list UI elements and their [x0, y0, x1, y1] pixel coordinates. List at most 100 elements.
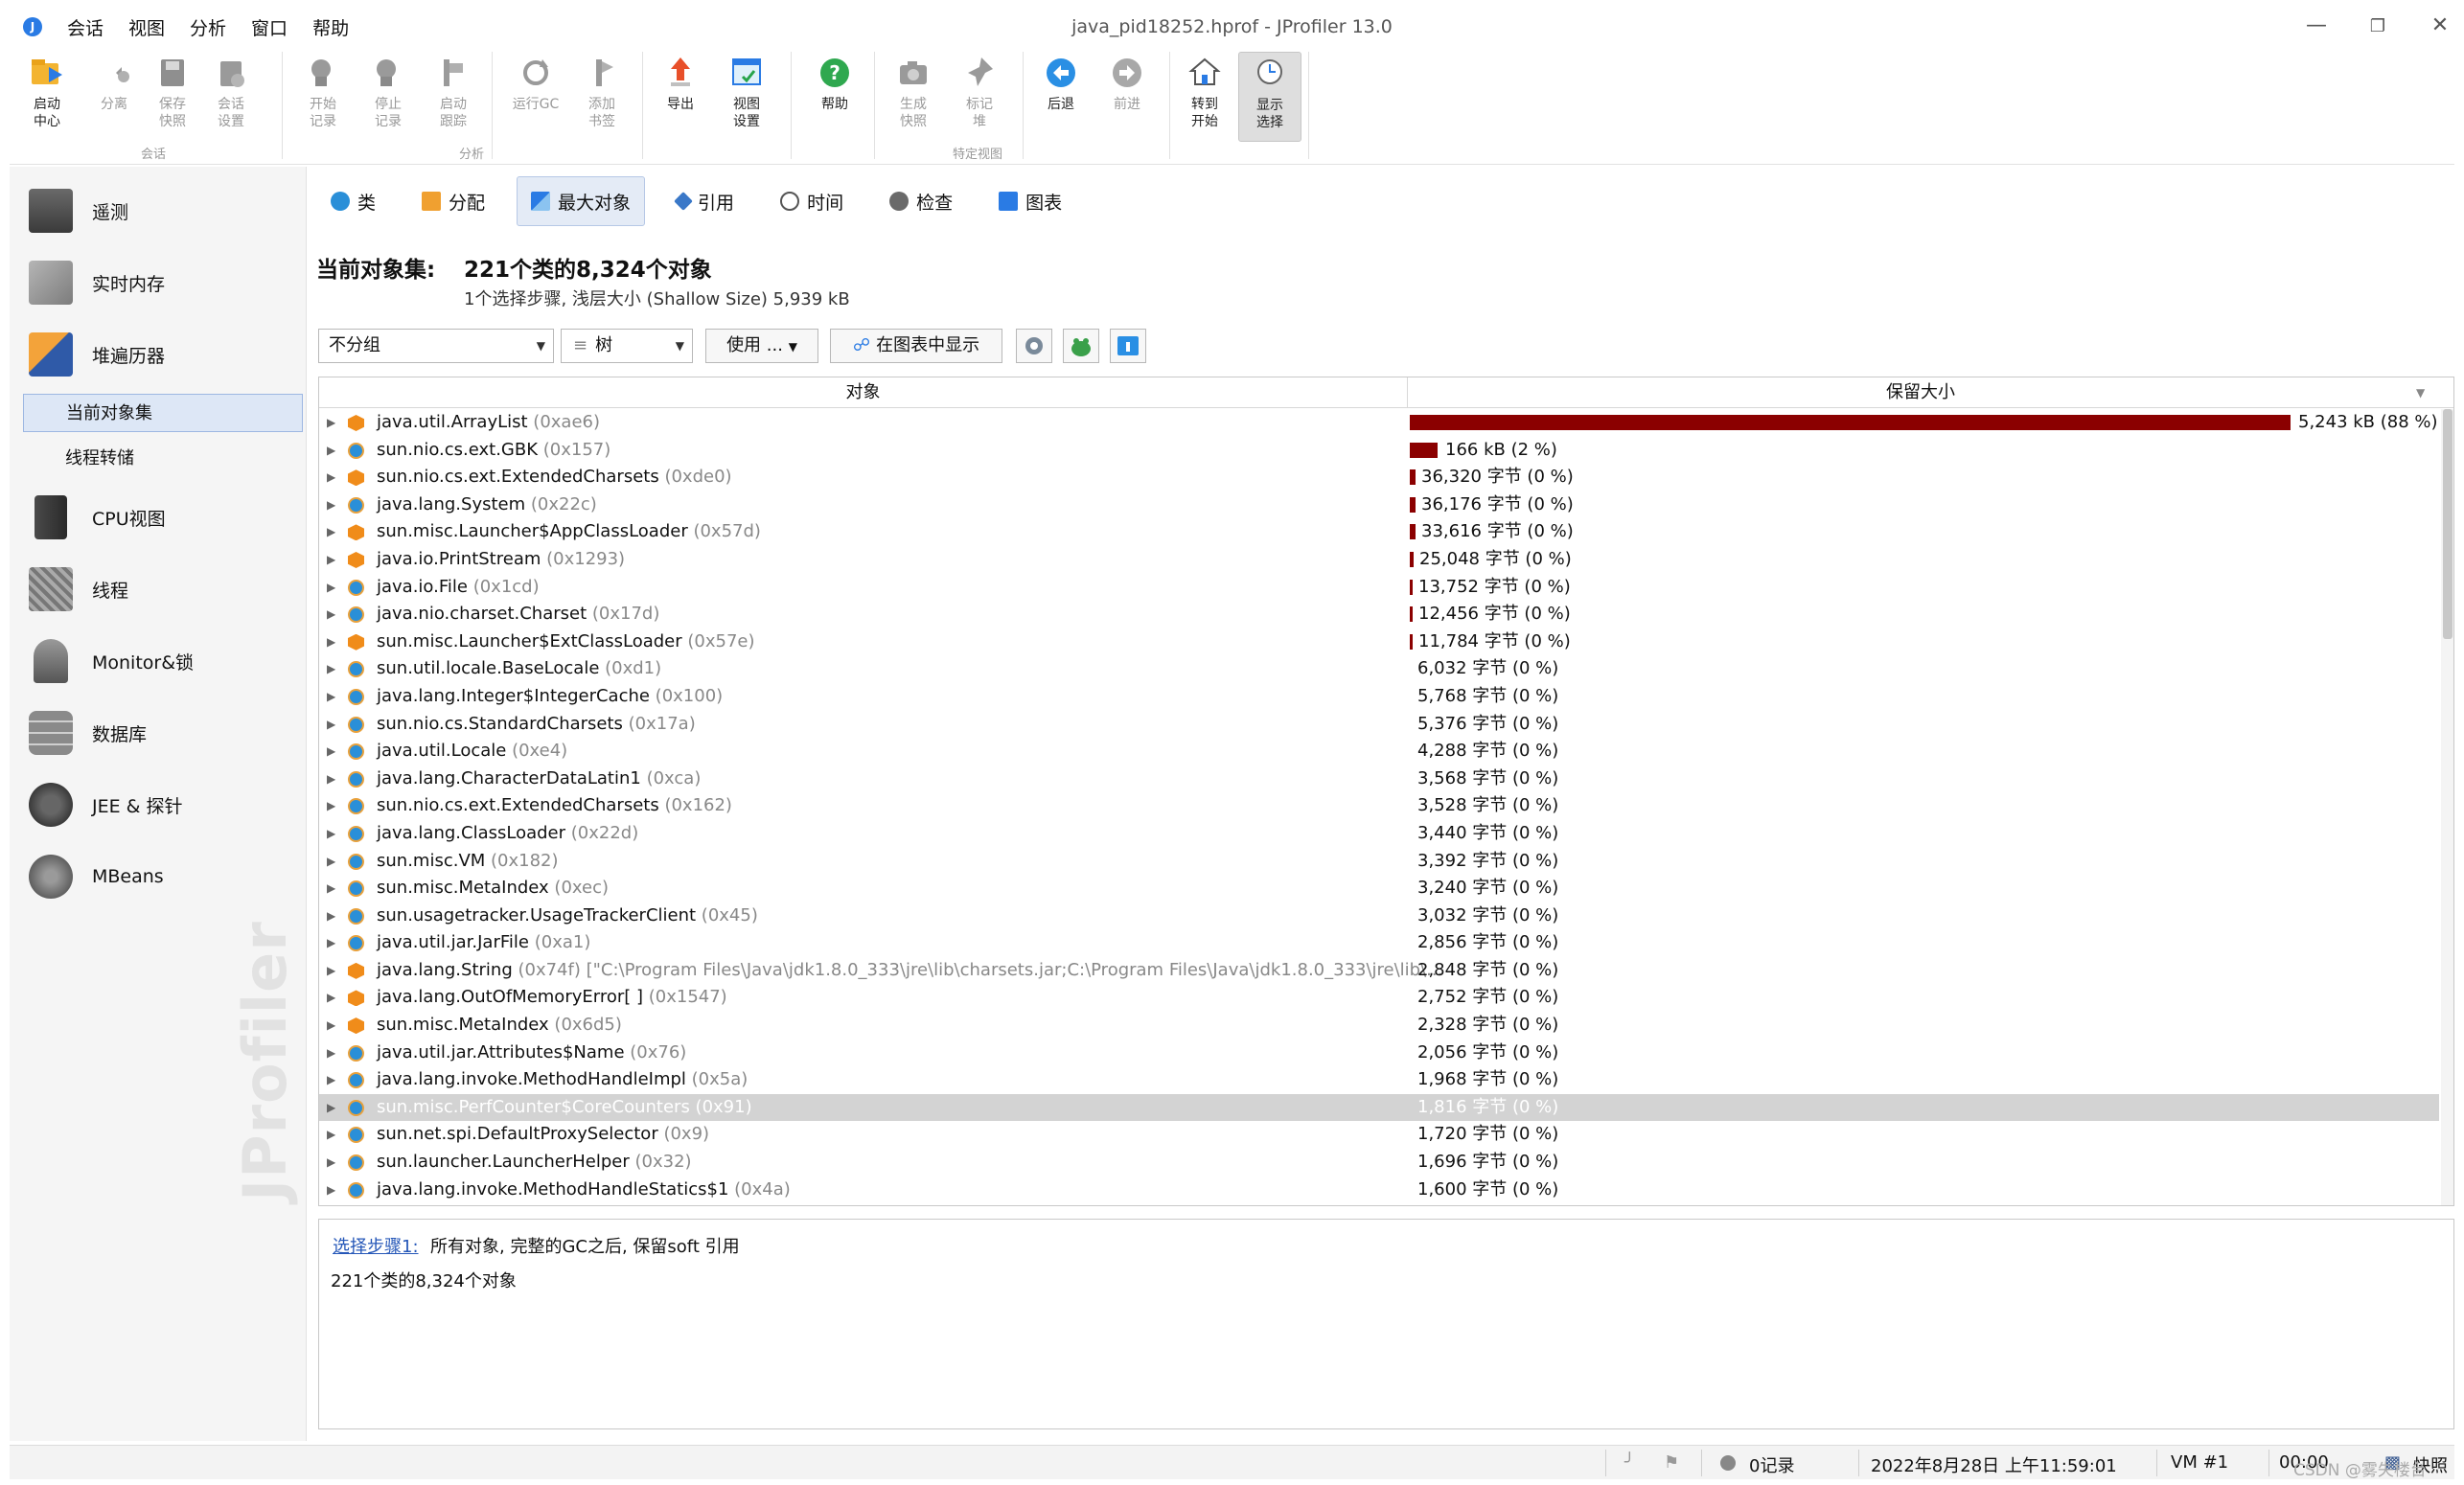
- table-row[interactable]: ▶ java.lang.invoke.MethodHandleImpl (0x5a…: [319, 1066, 2439, 1094]
- tab-inspections[interactable]: 检查: [875, 176, 967, 226]
- back-button[interactable]: 后退: [1029, 52, 1093, 142]
- table-row[interactable]: ▶ java.io.File (0x1cd) 13,752 字节 (0 %): [319, 574, 2439, 602]
- table-row[interactable]: ▶ java.util.ArrayList (0xae6) 5,243 kB (88…: [319, 409, 2439, 437]
- expand-arrow-icon[interactable]: ▶: [327, 902, 335, 929]
- expand-arrow-icon[interactable]: ▶: [327, 518, 335, 545]
- scrollbar-thumb[interactable]: [2443, 409, 2452, 639]
- grouping-select[interactable]: 不分组 ▼: [318, 329, 554, 363]
- table-row[interactable]: ▶ java.lang.CharacterDataLatin1 (0xca) 3,5…: [319, 765, 2439, 793]
- table-row[interactable]: ▶ java.lang.System (0x22c) 36,176 字节 (0 %): [319, 491, 2439, 519]
- close-icon[interactable]: ✕: [2426, 13, 2454, 37]
- sort-descending-icon[interactable]: ▼: [2416, 377, 2425, 408]
- expand-arrow-icon[interactable]: ▶: [327, 738, 335, 765]
- export-button[interactable]: 导出: [649, 52, 712, 142]
- table-row[interactable]: ▶ sun.misc.VM (0x182) 3,392 字节 (0 %): [319, 848, 2439, 876]
- expand-arrow-icon[interactable]: ▶: [327, 546, 335, 573]
- column-header-retained-size[interactable]: 保留大小: [1408, 377, 2433, 408]
- sidebar-item-database[interactable]: 数据库: [29, 704, 297, 762]
- expand-arrow-icon[interactable]: ▶: [327, 1149, 335, 1176]
- settings-button[interactable]: [1016, 329, 1052, 363]
- sidebar-item-jee-probes[interactable]: JEE & 探针: [29, 776, 297, 834]
- table-row[interactable]: ▶ sun.nio.cs.StandardCharsets (0x17a) 5,37…: [319, 711, 2439, 739]
- table-row[interactable]: ▶ java.lang.invoke.MethodHandleStatics$1 …: [319, 1177, 2439, 1204]
- view-mode-select[interactable]: ≡ 树 ▼: [561, 329, 693, 363]
- sidebar-item-cpu-views[interactable]: CPU视图: [29, 489, 297, 546]
- expand-arrow-icon[interactable]: ▶: [327, 848, 335, 875]
- expand-arrow-icon[interactable]: ▶: [327, 464, 335, 491]
- info-button[interactable]: [1110, 329, 1146, 363]
- tab-graph[interactable]: 图表: [984, 176, 1076, 226]
- expand-arrow-icon[interactable]: ▶: [327, 957, 335, 984]
- table-row[interactable]: ▶ java.lang.String (0x74f) ["C:\Program F…: [319, 957, 2439, 985]
- forward-button[interactable]: 前进: [1095, 52, 1159, 142]
- expand-arrow-icon[interactable]: ▶: [327, 601, 335, 628]
- sidebar-item-mbeans[interactable]: MBeans: [29, 848, 297, 905]
- use-button[interactable]: 使用 ... ▼: [705, 329, 818, 363]
- table-row[interactable]: ▶ java.io.PrintStream (0x1293) 25,048 字节 (…: [319, 546, 2439, 574]
- minimize-icon[interactable]: —: [2302, 13, 2331, 37]
- menu-window[interactable]: 窗口: [251, 14, 288, 40]
- save-snapshot-button[interactable]: 保存 快照: [141, 52, 204, 142]
- table-row[interactable]: ▶ java.lang.Integer$IntegerCache (0x100) 5…: [319, 683, 2439, 711]
- table-row[interactable]: ▶ sun.nio.cs.ext.ExtendedCharsets (0xde0)…: [319, 464, 2439, 491]
- start-recording-button[interactable]: 开始 记录: [291, 52, 355, 142]
- expand-arrow-icon[interactable]: ▶: [327, 711, 335, 738]
- run-gc-button[interactable]: 运行GC: [504, 52, 567, 142]
- sidebar-item-heap-walker[interactable]: 堆遍历器: [29, 326, 297, 383]
- sidebar-item-live-memory[interactable]: 实时内存: [29, 254, 297, 311]
- stop-recording-button[interactable]: 停止 记录: [357, 52, 420, 142]
- bookmark-status-icon[interactable]: ╯: [1624, 1452, 1635, 1473]
- frog-button[interactable]: [1063, 329, 1099, 363]
- expand-arrow-icon[interactable]: ▶: [327, 1177, 335, 1203]
- selection-step-link[interactable]: 选择步骤1:: [333, 1233, 419, 1258]
- table-row[interactable]: ▶ java.util.Locale (0xe4) 4,288 字节 (0 %): [319, 738, 2439, 765]
- menu-view[interactable]: 视图: [128, 14, 165, 40]
- menu-help[interactable]: 帮助: [312, 14, 349, 40]
- tab-biggest-objects[interactable]: 最大对象: [517, 176, 646, 226]
- table-row[interactable]: ▶ sun.net.spi.DefaultProxySelector (0x9) 1…: [319, 1121, 2439, 1149]
- expand-arrow-icon[interactable]: ▶: [327, 628, 335, 655]
- expand-arrow-icon[interactable]: ▶: [327, 1066, 335, 1093]
- menu-analysis[interactable]: 分析: [190, 14, 226, 40]
- mark-heap-button[interactable]: 标记 堆: [948, 52, 1011, 142]
- sidebar-item-telemetry[interactable]: 遥测: [29, 182, 297, 240]
- expand-arrow-icon[interactable]: ▶: [327, 1040, 335, 1066]
- expand-arrow-icon[interactable]: ▶: [327, 437, 335, 464]
- tab-classes[interactable]: 类: [316, 176, 390, 226]
- table-row[interactable]: ▶ java.lang.OutOfMemoryError[ ] (0x1547) 2…: [319, 984, 2439, 1012]
- expand-arrow-icon[interactable]: ▶: [327, 984, 335, 1011]
- expand-arrow-icon[interactable]: ▶: [327, 409, 335, 436]
- create-snapshot-button[interactable]: 生成 快照: [882, 52, 945, 142]
- add-bookmark-button[interactable]: 添加 书签: [570, 52, 633, 142]
- sidebar-item-threads[interactable]: 线程: [29, 560, 297, 618]
- go-to-start-button[interactable]: 转到 开始: [1173, 52, 1236, 142]
- expand-arrow-icon[interactable]: ▶: [327, 792, 335, 819]
- table-row[interactable]: ▶ sun.launcher.LauncherHelper (0x32) 1,696…: [319, 1149, 2439, 1177]
- restore-icon[interactable]: ❐: [2363, 16, 2392, 36]
- table-row[interactable]: ▶ sun.misc.MetaIndex (0xec) 3,240 字节 (0 %): [319, 875, 2439, 902]
- sidebar-item-monitors-locks[interactable]: Monitor&锁: [29, 632, 297, 690]
- table-row[interactable]: ▶ java.lang.ClassLoader (0x22d) 3,440 字节 (…: [319, 820, 2439, 848]
- table-row[interactable]: ▶ sun.nio.cs.ext.GBK (0x157) 166 kB (2 %): [319, 437, 2439, 465]
- expand-arrow-icon[interactable]: ▶: [327, 1121, 335, 1148]
- show-in-graph-button[interactable]: ☍ 在图表中显示: [830, 329, 1002, 363]
- table-row[interactable]: ▶ java.util.jar.JarFile (0xa1) 2,856 字节 (0…: [319, 929, 2439, 957]
- flag-status-icon[interactable]: ⚑: [1664, 1452, 1679, 1473]
- detach-button[interactable]: 分离: [82, 52, 146, 142]
- vertical-scrollbar[interactable]: [2441, 409, 2453, 1205]
- menu-session[interactable]: 会话: [67, 14, 104, 40]
- expand-arrow-icon[interactable]: ▶: [327, 875, 335, 902]
- table-row[interactable]: ▶ sun.usagetracker.UsageTrackerClient (0x…: [319, 902, 2439, 930]
- table-row[interactable]: ▶ sun.misc.PerfCounter$CoreCounters (0x91…: [319, 1093, 2439, 1122]
- table-row[interactable]: ▶ sun.misc.MetaIndex (0x6d5) 2,328 字节 (0 %…: [319, 1012, 2439, 1040]
- table-row[interactable]: ▶ java.util.jar.Attributes$Name (0x76) 2,0…: [319, 1040, 2439, 1067]
- start-tracking-button[interactable]: 启动 跟踪: [422, 52, 485, 142]
- expand-arrow-icon[interactable]: ▶: [327, 491, 335, 518]
- expand-arrow-icon[interactable]: ▶: [327, 929, 335, 956]
- tab-time[interactable]: 时间: [766, 176, 858, 226]
- table-row[interactable]: ▶ java.nio.charset.Charset (0x17d) 12,456 …: [319, 601, 2439, 628]
- expand-arrow-icon[interactable]: ▶: [327, 683, 335, 710]
- sidebar-subitem-current-object-set[interactable]: 当前对象集: [23, 394, 303, 432]
- tab-references[interactable]: 引用: [662, 176, 748, 226]
- tab-allocations[interactable]: 分配: [407, 176, 499, 226]
